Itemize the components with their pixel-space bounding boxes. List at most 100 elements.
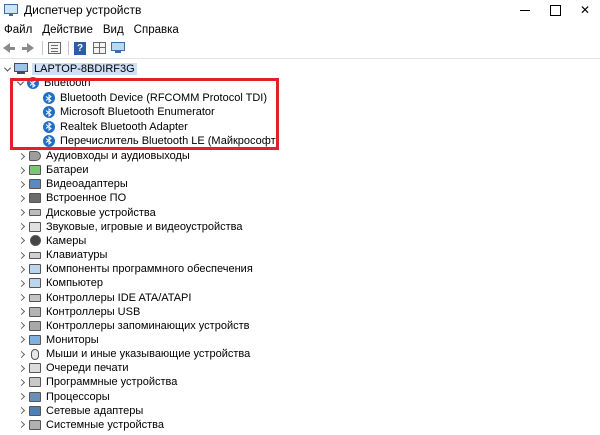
category-expander[interactable] — [14, 166, 28, 174]
chevron-right-icon — [17, 378, 25, 386]
computer-name: LAPTOP-8BDIRF3G — [32, 63, 137, 75]
category-expander[interactable] — [14, 265, 28, 273]
category-expander[interactable] — [14, 223, 28, 231]
monitor-icon — [111, 42, 125, 54]
category-expander[interactable] — [14, 293, 28, 302]
device-category-item[interactable]: Контроллеры IDE ATA/ATAPI — [14, 291, 191, 305]
device-category-item[interactable]: Батареи — [14, 163, 89, 177]
category-label: Компоненты программного обеспечения — [46, 263, 253, 276]
chevron-right-icon — [17, 265, 25, 273]
maximize-button[interactable] — [540, 0, 570, 20]
category-expander[interactable] — [14, 336, 28, 344]
menu-file[interactable]: Файл — [0, 24, 37, 36]
category-expander[interactable] — [14, 393, 28, 401]
category-label: Контроллеры USB — [46, 305, 141, 318]
category-label: Клавиатуры — [46, 249, 108, 262]
usb-icon — [28, 305, 42, 319]
camera-icon — [28, 234, 42, 248]
toolbar-separator — [42, 41, 43, 55]
menu-bar: Файл Действие Вид Справка — [0, 21, 600, 39]
category-label: Встроенное ПО — [46, 192, 127, 205]
menu-action[interactable]: Действие — [37, 24, 98, 36]
keyboard-icon — [28, 248, 42, 262]
print-queue-icon — [28, 361, 42, 375]
device-category-item[interactable]: Компьютер — [14, 276, 103, 290]
highlight-box — [10, 78, 279, 150]
properties-icon — [47, 42, 61, 54]
chevron-right-icon — [17, 166, 25, 174]
device-category-item[interactable]: Видеоадаптеры — [14, 177, 128, 191]
device-manager-icon — [4, 4, 18, 16]
device-category-item[interactable]: Контроллеры USB — [14, 305, 140, 319]
device-category-item[interactable]: Процессоры — [14, 390, 110, 404]
category-expander[interactable] — [14, 152, 28, 160]
category-label: Системные устройства — [46, 418, 165, 431]
device-category-item[interactable]: Мыши и иные указывающие устройства — [14, 347, 250, 361]
device-category-item[interactable]: Компоненты программного обеспечения — [14, 262, 253, 276]
chevron-right-icon — [17, 251, 25, 259]
root-expander[interactable] — [2, 64, 12, 72]
forward-button[interactable] — [20, 41, 36, 55]
menu-view[interactable]: Вид — [98, 24, 129, 36]
chevron-right-icon — [17, 308, 25, 316]
mouse-icon — [28, 347, 42, 361]
chevron-right-icon — [17, 223, 25, 231]
device-category-item[interactable]: Клавиатуры — [14, 248, 107, 262]
chevron-down-icon — [3, 64, 11, 72]
device-category-item[interactable]: Камеры — [14, 234, 86, 248]
category-expander[interactable] — [14, 421, 28, 429]
chevron-right-icon — [17, 421, 25, 429]
category-expander[interactable] — [14, 251, 28, 259]
chevron-right-icon — [17, 152, 25, 160]
storage-controller-icon — [28, 319, 42, 333]
toolbar-separator — [68, 41, 69, 55]
device-category-item[interactable]: Очереди печати — [14, 361, 129, 375]
battery-icon — [28, 163, 42, 177]
device-category-item[interactable]: Системные устройства — [14, 418, 164, 432]
category-expander[interactable] — [14, 378, 28, 386]
grid-icon — [92, 42, 106, 54]
tree-root[interactable]: LAPTOP-8BDIRF3G — [2, 62, 137, 76]
device-category-item[interactable]: Дисковые устройства — [14, 206, 156, 220]
category-label: Контроллеры запоминающих устройств — [46, 319, 250, 332]
help-button[interactable]: ? — [72, 41, 88, 55]
category-expander[interactable] — [14, 209, 28, 217]
chevron-right-icon — [17, 350, 25, 358]
toolbar: ? — [0, 39, 600, 57]
help-icon: ? — [74, 41, 86, 55]
category-expander[interactable] — [14, 237, 28, 245]
chevron-right-icon — [17, 180, 25, 188]
chevron-right-icon — [17, 364, 25, 372]
device-category-item[interactable]: Аудиовходы и аудиовыходы — [14, 149, 190, 163]
category-expander[interactable] — [14, 364, 28, 372]
toolbar-divider — [0, 58, 600, 59]
back-button[interactable] — [1, 41, 17, 55]
device-category-item[interactable]: Контроллеры запоминающих устройств — [14, 319, 249, 333]
minimize-button[interactable] — [510, 0, 540, 20]
close-button[interactable]: ✕ — [570, 0, 600, 20]
category-label: Аудиовходы и аудиовыходы — [46, 150, 190, 162]
category-expander[interactable] — [14, 279, 28, 287]
category-expander[interactable] — [14, 322, 28, 330]
device-category-item[interactable]: Мониторы — [14, 333, 99, 347]
monitor-icon — [28, 333, 42, 347]
category-expander[interactable] — [14, 194, 28, 202]
menu-help[interactable]: Справка — [129, 24, 184, 36]
display-adapter-icon — [28, 177, 42, 191]
category-label: Звуковые, игровые и видеоустройства — [46, 220, 243, 233]
properties-button[interactable] — [46, 41, 62, 55]
system-device-icon — [28, 418, 42, 432]
category-expander[interactable] — [14, 308, 28, 316]
sound-icon — [28, 220, 42, 234]
category-expander[interactable] — [14, 407, 28, 415]
device-category-item[interactable]: Звуковые, игровые и видеоустройства — [14, 220, 243, 234]
category-expander[interactable] — [14, 180, 28, 188]
device-category-item[interactable]: Встроенное ПО — [14, 191, 126, 205]
device-category-item[interactable]: Сетевые адаптеры — [14, 404, 143, 418]
scan-hardware-button[interactable] — [110, 41, 126, 55]
firmware-icon — [28, 191, 42, 205]
audio-icon — [28, 149, 42, 163]
category-expander[interactable] — [14, 350, 28, 358]
device-category-item[interactable]: Программные устройства — [14, 375, 177, 389]
grid-button[interactable] — [91, 41, 107, 55]
